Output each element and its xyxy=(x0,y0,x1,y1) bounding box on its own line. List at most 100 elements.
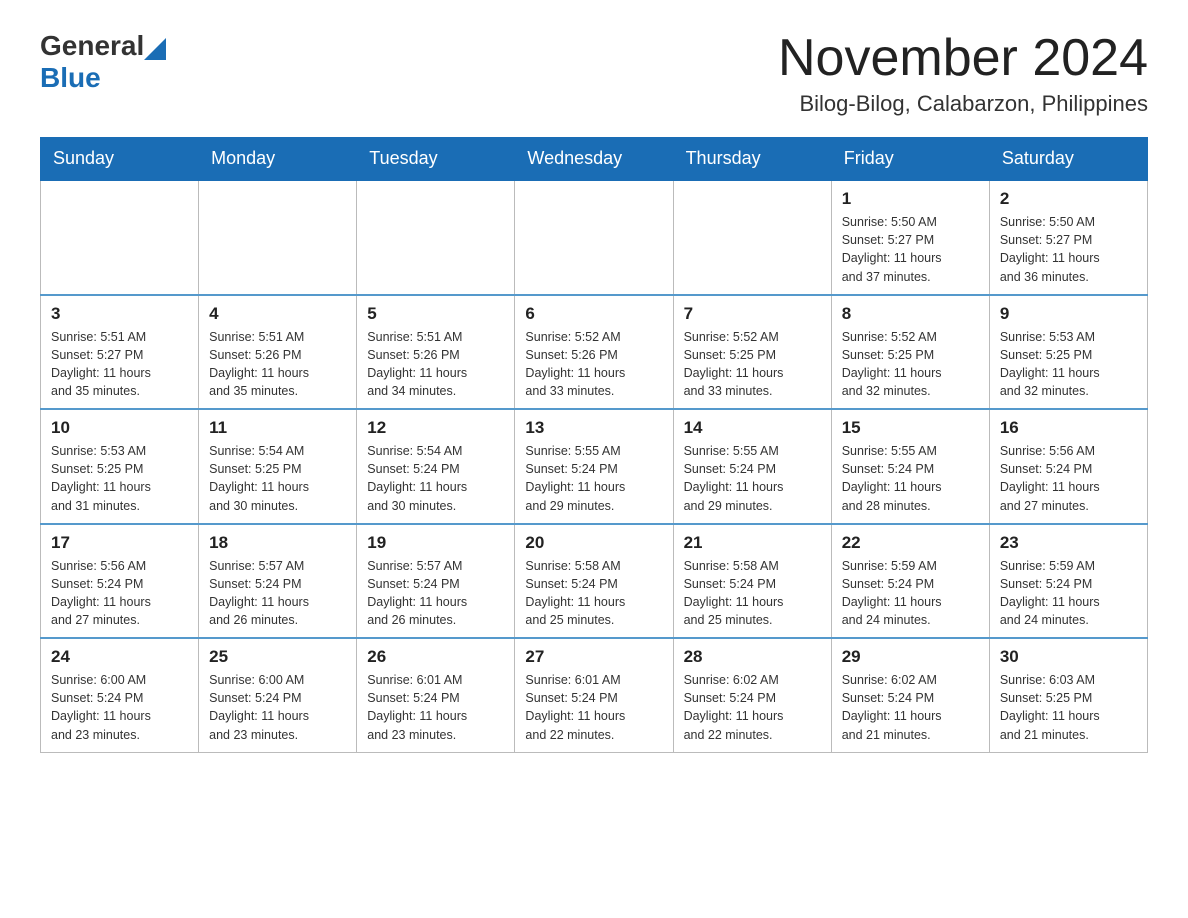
calendar-week-4: 17 Sunrise: 5:56 AM Sunset: 5:24 PM Dayli… xyxy=(41,524,1148,639)
day-info: Sunrise: 5:50 AM Sunset: 5:27 PM Dayligh… xyxy=(842,213,979,286)
day-info: Sunrise: 5:52 AM Sunset: 5:25 PM Dayligh… xyxy=(684,328,821,401)
day-info: Sunrise: 5:54 AM Sunset: 5:24 PM Dayligh… xyxy=(367,442,504,515)
day-info: Sunrise: 6:01 AM Sunset: 5:24 PM Dayligh… xyxy=(367,671,504,744)
calendar-day-18: 18 Sunrise: 5:57 AM Sunset: 5:24 PM Dayli… xyxy=(199,524,357,639)
day-number: 17 xyxy=(51,533,188,553)
empty-cell xyxy=(673,180,831,295)
calendar-day-15: 15Sunrise: 5:55 AM Sunset: 5:24 PM Dayli… xyxy=(831,409,989,524)
day-number: 13 xyxy=(525,418,662,438)
weekday-header-monday: Monday xyxy=(199,138,357,181)
day-info: Sunrise: 6:03 AM Sunset: 5:25 PM Dayligh… xyxy=(1000,671,1137,744)
calendar-day-27: 27 Sunrise: 6:01 AM Sunset: 5:24 PM Dayli… xyxy=(515,638,673,752)
day-info: Sunrise: 5:55 AM Sunset: 5:24 PM Dayligh… xyxy=(842,442,979,515)
calendar-day-25: 25 Sunrise: 6:00 AM Sunset: 5:24 PM Dayli… xyxy=(199,638,357,752)
empty-cell xyxy=(199,180,357,295)
day-info: Sunrise: 5:51 AM Sunset: 5:27 PM Dayligh… xyxy=(51,328,188,401)
day-info: Sunrise: 6:02 AM Sunset: 5:24 PM Dayligh… xyxy=(842,671,979,744)
day-number: 28 xyxy=(684,647,821,667)
day-info: Sunrise: 5:58 AM Sunset: 5:24 PM Dayligh… xyxy=(684,557,821,630)
day-info: Sunrise: 6:00 AM Sunset: 5:24 PM Dayligh… xyxy=(51,671,188,744)
calendar-day-20: 20 Sunrise: 5:58 AM Sunset: 5:24 PM Dayli… xyxy=(515,524,673,639)
empty-cell xyxy=(515,180,673,295)
day-number: 10 xyxy=(51,418,188,438)
calendar-day-10: 10 Sunrise: 5:53 AM Sunset: 5:25 PM Dayli… xyxy=(41,409,199,524)
weekday-header-tuesday: Tuesday xyxy=(357,138,515,181)
logo: General Blue xyxy=(40,30,166,94)
day-info: Sunrise: 5:59 AM Sunset: 5:24 PM Dayligh… xyxy=(1000,557,1137,630)
calendar-day-29: 29Sunrise: 6:02 AM Sunset: 5:24 PM Dayli… xyxy=(831,638,989,752)
logo-general-text: General xyxy=(40,30,144,62)
month-title: November 2024 xyxy=(778,30,1148,87)
day-info: Sunrise: 5:54 AM Sunset: 5:25 PM Dayligh… xyxy=(209,442,346,515)
calendar-day-14: 14 Sunrise: 5:55 AM Sunset: 5:24 PM Dayli… xyxy=(673,409,831,524)
calendar-day-1: 1Sunrise: 5:50 AM Sunset: 5:27 PM Daylig… xyxy=(831,180,989,295)
day-info: Sunrise: 6:01 AM Sunset: 5:24 PM Dayligh… xyxy=(525,671,662,744)
calendar-week-1: 1Sunrise: 5:50 AM Sunset: 5:27 PM Daylig… xyxy=(41,180,1148,295)
weekday-header-friday: Friday xyxy=(831,138,989,181)
day-number: 25 xyxy=(209,647,346,667)
day-info: Sunrise: 5:51 AM Sunset: 5:26 PM Dayligh… xyxy=(209,328,346,401)
day-number: 23 xyxy=(1000,533,1137,553)
day-number: 19 xyxy=(367,533,504,553)
day-number: 8 xyxy=(842,304,979,324)
calendar-day-17: 17 Sunrise: 5:56 AM Sunset: 5:24 PM Dayli… xyxy=(41,524,199,639)
day-info: Sunrise: 5:53 AM Sunset: 5:25 PM Dayligh… xyxy=(1000,328,1137,401)
day-number: 20 xyxy=(525,533,662,553)
calendar-day-24: 24 Sunrise: 6:00 AM Sunset: 5:24 PM Dayli… xyxy=(41,638,199,752)
day-number: 18 xyxy=(209,533,346,553)
day-info: Sunrise: 5:57 AM Sunset: 5:24 PM Dayligh… xyxy=(367,557,504,630)
day-info: Sunrise: 5:52 AM Sunset: 5:25 PM Dayligh… xyxy=(842,328,979,401)
day-number: 27 xyxy=(525,647,662,667)
day-number: 4 xyxy=(209,304,346,324)
calendar-day-30: 30 Sunrise: 6:03 AM Sunset: 5:25 PM Dayli… xyxy=(989,638,1147,752)
day-info: Sunrise: 5:58 AM Sunset: 5:24 PM Dayligh… xyxy=(525,557,662,630)
day-number: 7 xyxy=(684,304,821,324)
calendar-day-13: 13Sunrise: 5:55 AM Sunset: 5:24 PM Dayli… xyxy=(515,409,673,524)
calendar-table: SundayMondayTuesdayWednesdayThursdayFrid… xyxy=(40,137,1148,753)
calendar-day-2: 2Sunrise: 5:50 AM Sunset: 5:27 PM Daylig… xyxy=(989,180,1147,295)
logo-blue-text: Blue xyxy=(40,62,101,93)
calendar-week-2: 3Sunrise: 5:51 AM Sunset: 5:27 PM Daylig… xyxy=(41,295,1148,410)
weekday-header-row: SundayMondayTuesdayWednesdayThursdayFrid… xyxy=(41,138,1148,181)
day-info: Sunrise: 6:00 AM Sunset: 5:24 PM Dayligh… xyxy=(209,671,346,744)
day-info: Sunrise: 5:56 AM Sunset: 5:24 PM Dayligh… xyxy=(51,557,188,630)
day-info: Sunrise: 5:52 AM Sunset: 5:26 PM Dayligh… xyxy=(525,328,662,401)
day-number: 14 xyxy=(684,418,821,438)
day-number: 21 xyxy=(684,533,821,553)
day-info: Sunrise: 6:02 AM Sunset: 5:24 PM Dayligh… xyxy=(684,671,821,744)
day-number: 24 xyxy=(51,647,188,667)
day-number: 26 xyxy=(367,647,504,667)
day-number: 30 xyxy=(1000,647,1137,667)
day-number: 2 xyxy=(1000,189,1137,209)
day-number: 11 xyxy=(209,418,346,438)
calendar-day-19: 19 Sunrise: 5:57 AM Sunset: 5:24 PM Dayli… xyxy=(357,524,515,639)
calendar-day-5: 5 Sunrise: 5:51 AM Sunset: 5:26 PM Daylig… xyxy=(357,295,515,410)
calendar-day-8: 8 Sunrise: 5:52 AM Sunset: 5:25 PM Daylig… xyxy=(831,295,989,410)
day-number: 22 xyxy=(842,533,979,553)
page-header: General Blue November 2024 Bilog-Bilog, … xyxy=(40,30,1148,117)
day-info: Sunrise: 5:55 AM Sunset: 5:24 PM Dayligh… xyxy=(684,442,821,515)
day-number: 6 xyxy=(525,304,662,324)
calendar-day-28: 28 Sunrise: 6:02 AM Sunset: 5:24 PM Dayli… xyxy=(673,638,831,752)
location-title: Bilog-Bilog, Calabarzon, Philippines xyxy=(778,91,1148,117)
calendar-day-4: 4 Sunrise: 5:51 AM Sunset: 5:26 PM Daylig… xyxy=(199,295,357,410)
day-info: Sunrise: 5:57 AM Sunset: 5:24 PM Dayligh… xyxy=(209,557,346,630)
day-number: 5 xyxy=(367,304,504,324)
calendar-day-12: 12 Sunrise: 5:54 AM Sunset: 5:24 PM Dayli… xyxy=(357,409,515,524)
logo-triangle-icon xyxy=(144,32,166,60)
weekday-header-sunday: Sunday xyxy=(41,138,199,181)
logo-block: General Blue xyxy=(40,30,166,94)
day-info: Sunrise: 5:56 AM Sunset: 5:24 PM Dayligh… xyxy=(1000,442,1137,515)
calendar-day-6: 6 Sunrise: 5:52 AM Sunset: 5:26 PM Daylig… xyxy=(515,295,673,410)
day-info: Sunrise: 5:53 AM Sunset: 5:25 PM Dayligh… xyxy=(51,442,188,515)
weekday-header-wednesday: Wednesday xyxy=(515,138,673,181)
calendar-day-22: 22 Sunrise: 5:59 AM Sunset: 5:24 PM Dayli… xyxy=(831,524,989,639)
weekday-header-saturday: Saturday xyxy=(989,138,1147,181)
calendar-week-5: 24 Sunrise: 6:00 AM Sunset: 5:24 PM Dayli… xyxy=(41,638,1148,752)
calendar-day-26: 26 Sunrise: 6:01 AM Sunset: 5:24 PM Dayli… xyxy=(357,638,515,752)
day-info: Sunrise: 5:59 AM Sunset: 5:24 PM Dayligh… xyxy=(842,557,979,630)
day-info: Sunrise: 5:51 AM Sunset: 5:26 PM Dayligh… xyxy=(367,328,504,401)
day-number: 16 xyxy=(1000,418,1137,438)
empty-cell xyxy=(41,180,199,295)
day-number: 12 xyxy=(367,418,504,438)
